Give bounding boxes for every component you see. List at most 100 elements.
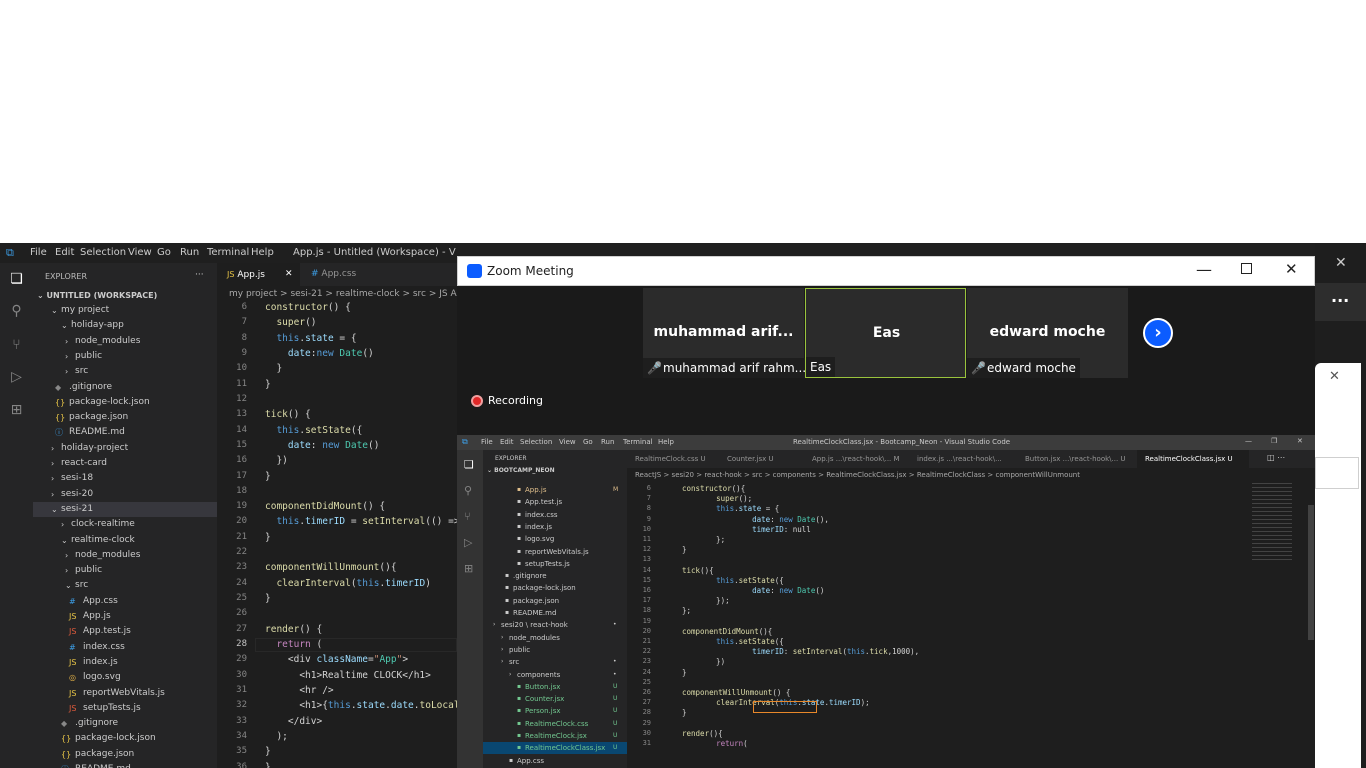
- file-icon: #: [69, 596, 76, 606]
- tree-item[interactable]: ⌄ sesi-21: [33, 501, 217, 517]
- participant-tile-muhammad[interactable]: muhammad arif... 🎤 muhammad arif rahm...: [643, 288, 811, 378]
- tree-item[interactable]: › clock-realtime: [33, 517, 217, 532]
- tree-item[interactable]: {} package.json: [33, 747, 217, 762]
- line-number: 13: [236, 409, 247, 420]
- git-status-badge: U: [613, 732, 618, 739]
- shared-tree-item: ▪ Counter.jsx U: [483, 693, 627, 705]
- search-icon[interactable]: ⚲: [8, 303, 25, 320]
- line-number: 28: [236, 639, 247, 650]
- tree-item-label: App.css: [83, 595, 118, 606]
- tree-item[interactable]: › react-card: [33, 456, 217, 471]
- menu-edit[interactable]: Edit: [55, 247, 74, 258]
- tree-item[interactable]: ⌄ holiday-app: [33, 318, 217, 333]
- tree-item[interactable]: JS index.js: [33, 655, 217, 670]
- tab-app-css[interactable]: # App.css: [301, 263, 386, 286]
- menu-view[interactable]: View: [128, 247, 152, 258]
- workspace-header[interactable]: ⌄ UNTITLED (WORKSPACE): [37, 288, 157, 303]
- line-number: 18: [236, 485, 247, 496]
- tree-item[interactable]: ◆ .gitignore: [33, 716, 217, 731]
- tree-item[interactable]: › holiday-project: [33, 441, 217, 456]
- tree-item[interactable]: {} package.json: [33, 410, 217, 425]
- recording-label[interactable]: Recording: [488, 394, 543, 407]
- tree-item[interactable]: ⌄ my project: [33, 303, 217, 318]
- shared-tree-item-label: README.md: [513, 609, 557, 617]
- maximize-icon[interactable]: [1241, 263, 1252, 274]
- tree-item-label: App.js: [83, 611, 111, 621]
- tree-item[interactable]: {} package-lock.json: [33, 395, 217, 410]
- code-line: }): [265, 455, 288, 467]
- shared-tree-item: ▪ Button.jsx U: [483, 681, 627, 693]
- tree-item[interactable]: ⌄ realtime-clock: [33, 533, 217, 548]
- tree-item-label: index.js: [83, 656, 118, 667]
- tree-item[interactable]: # index.css: [33, 640, 217, 655]
- shared-menu-terminal: Terminal: [623, 438, 653, 446]
- shared-tree-item: ▪ RealtimeClockClass.jsx U: [483, 742, 627, 755]
- tree-item[interactable]: {} package-lock.json: [33, 731, 217, 746]
- shared-code-line: }: [682, 545, 687, 555]
- shared-tree-item-label: package-lock.json: [513, 584, 576, 593]
- folder-icon: ›: [501, 633, 504, 641]
- tree-item[interactable]: › public: [33, 349, 217, 364]
- file-icon: ▪: [505, 596, 510, 604]
- menu-run[interactable]: Run: [180, 247, 199, 258]
- shared-menu-view: View: [559, 438, 576, 446]
- source-control-icon[interactable]: ⑂: [8, 337, 25, 354]
- more-icon[interactable]: ···: [1331, 291, 1349, 310]
- tree-item[interactable]: ◎ logo.svg: [33, 670, 217, 685]
- close-icon[interactable]: ✕: [1335, 255, 1347, 271]
- tree-item[interactable]: ⌄ src: [33, 578, 217, 593]
- tree-item[interactable]: JS App.test.js: [33, 624, 217, 639]
- close-icon[interactable]: ✕: [1329, 369, 1340, 384]
- tree-item-label: public: [75, 350, 103, 361]
- shared-tree-item-label: node_modules: [509, 633, 560, 642]
- menu-help[interactable]: Help: [251, 247, 274, 258]
- tree-item[interactable]: › sesi-18: [33, 471, 217, 486]
- tree-item[interactable]: JS setupTests.js: [33, 701, 217, 716]
- menu-selection[interactable]: Selection: [80, 247, 126, 258]
- shared-line-number: 17: [642, 596, 651, 605]
- folder-icon: ›: [493, 621, 496, 629]
- tree-item[interactable]: › node_modules: [33, 548, 217, 563]
- tree-item[interactable]: ⓘ README.md: [33, 762, 217, 768]
- line-number: 22: [236, 547, 247, 558]
- close-icon[interactable]: ✕: [285, 263, 293, 286]
- tree-item[interactable]: # App.css: [33, 594, 217, 609]
- split-editor-icon: ◫ ⋯: [1267, 453, 1286, 462]
- tree-item[interactable]: JS reportWebVitals.js: [33, 686, 217, 701]
- shared-tree-item: ▪ index.css: [483, 509, 627, 521]
- participant-tile-eas[interactable]: Eas Eas: [805, 288, 966, 378]
- tree-item[interactable]: › node_modules: [33, 334, 217, 349]
- tree-item[interactable]: › public: [33, 563, 217, 578]
- tab-app-js[interactable]: JS App.js ✕: [217, 263, 300, 286]
- menu-terminal[interactable]: Terminal: [207, 247, 249, 258]
- tree-item[interactable]: › sesi-20: [33, 487, 217, 502]
- tree-item-label: logo.svg: [83, 672, 121, 683]
- next-page-button[interactable]: ›: [1143, 318, 1173, 348]
- minimize-icon[interactable]: —: [1196, 260, 1212, 279]
- line-number: 26: [236, 608, 247, 619]
- run-debug-icon[interactable]: ▷: [8, 369, 25, 386]
- tree-item[interactable]: JS App.js: [33, 609, 217, 624]
- file-icon: ▪: [517, 744, 522, 752]
- shared-window-title: RealtimeClockClass.jsx - Bootcamp_Neon -…: [793, 438, 1011, 446]
- participant-tile-edward[interactable]: edward moche 🎤 edward moche: [967, 288, 1128, 378]
- menu-file[interactable]: File: [30, 247, 47, 258]
- extensions-icon[interactable]: ⊞: [8, 402, 25, 419]
- explorer-more-icon[interactable]: ···: [195, 268, 204, 283]
- tree-item[interactable]: › src: [33, 364, 217, 379]
- chevron-right-icon: ›: [65, 336, 69, 346]
- tree-item[interactable]: ⓘ README.md: [33, 425, 217, 440]
- code-line: <hr />: [265, 685, 334, 696]
- tree-item-label: sesi-18: [61, 473, 94, 484]
- explorer-panel: EXPLORER ··· ⌄ UNTITLED (WORKSPACE) ⌄ my …: [33, 263, 217, 768]
- shared-tree-item: › public: [483, 644, 627, 656]
- code-line: componentWillUnmount(){: [265, 562, 397, 574]
- close-icon[interactable]: ✕: [1285, 260, 1298, 278]
- line-number: 31: [236, 685, 247, 695]
- dialog-field[interactable]: [1315, 457, 1359, 489]
- explorer-icon[interactable]: ❏: [8, 271, 25, 288]
- file-icon: JS: [69, 703, 77, 713]
- shared-code-line: date: new Date(): [752, 586, 825, 595]
- tree-item[interactable]: ◆ .gitignore: [33, 380, 217, 395]
- menu-go[interactable]: Go: [157, 247, 171, 258]
